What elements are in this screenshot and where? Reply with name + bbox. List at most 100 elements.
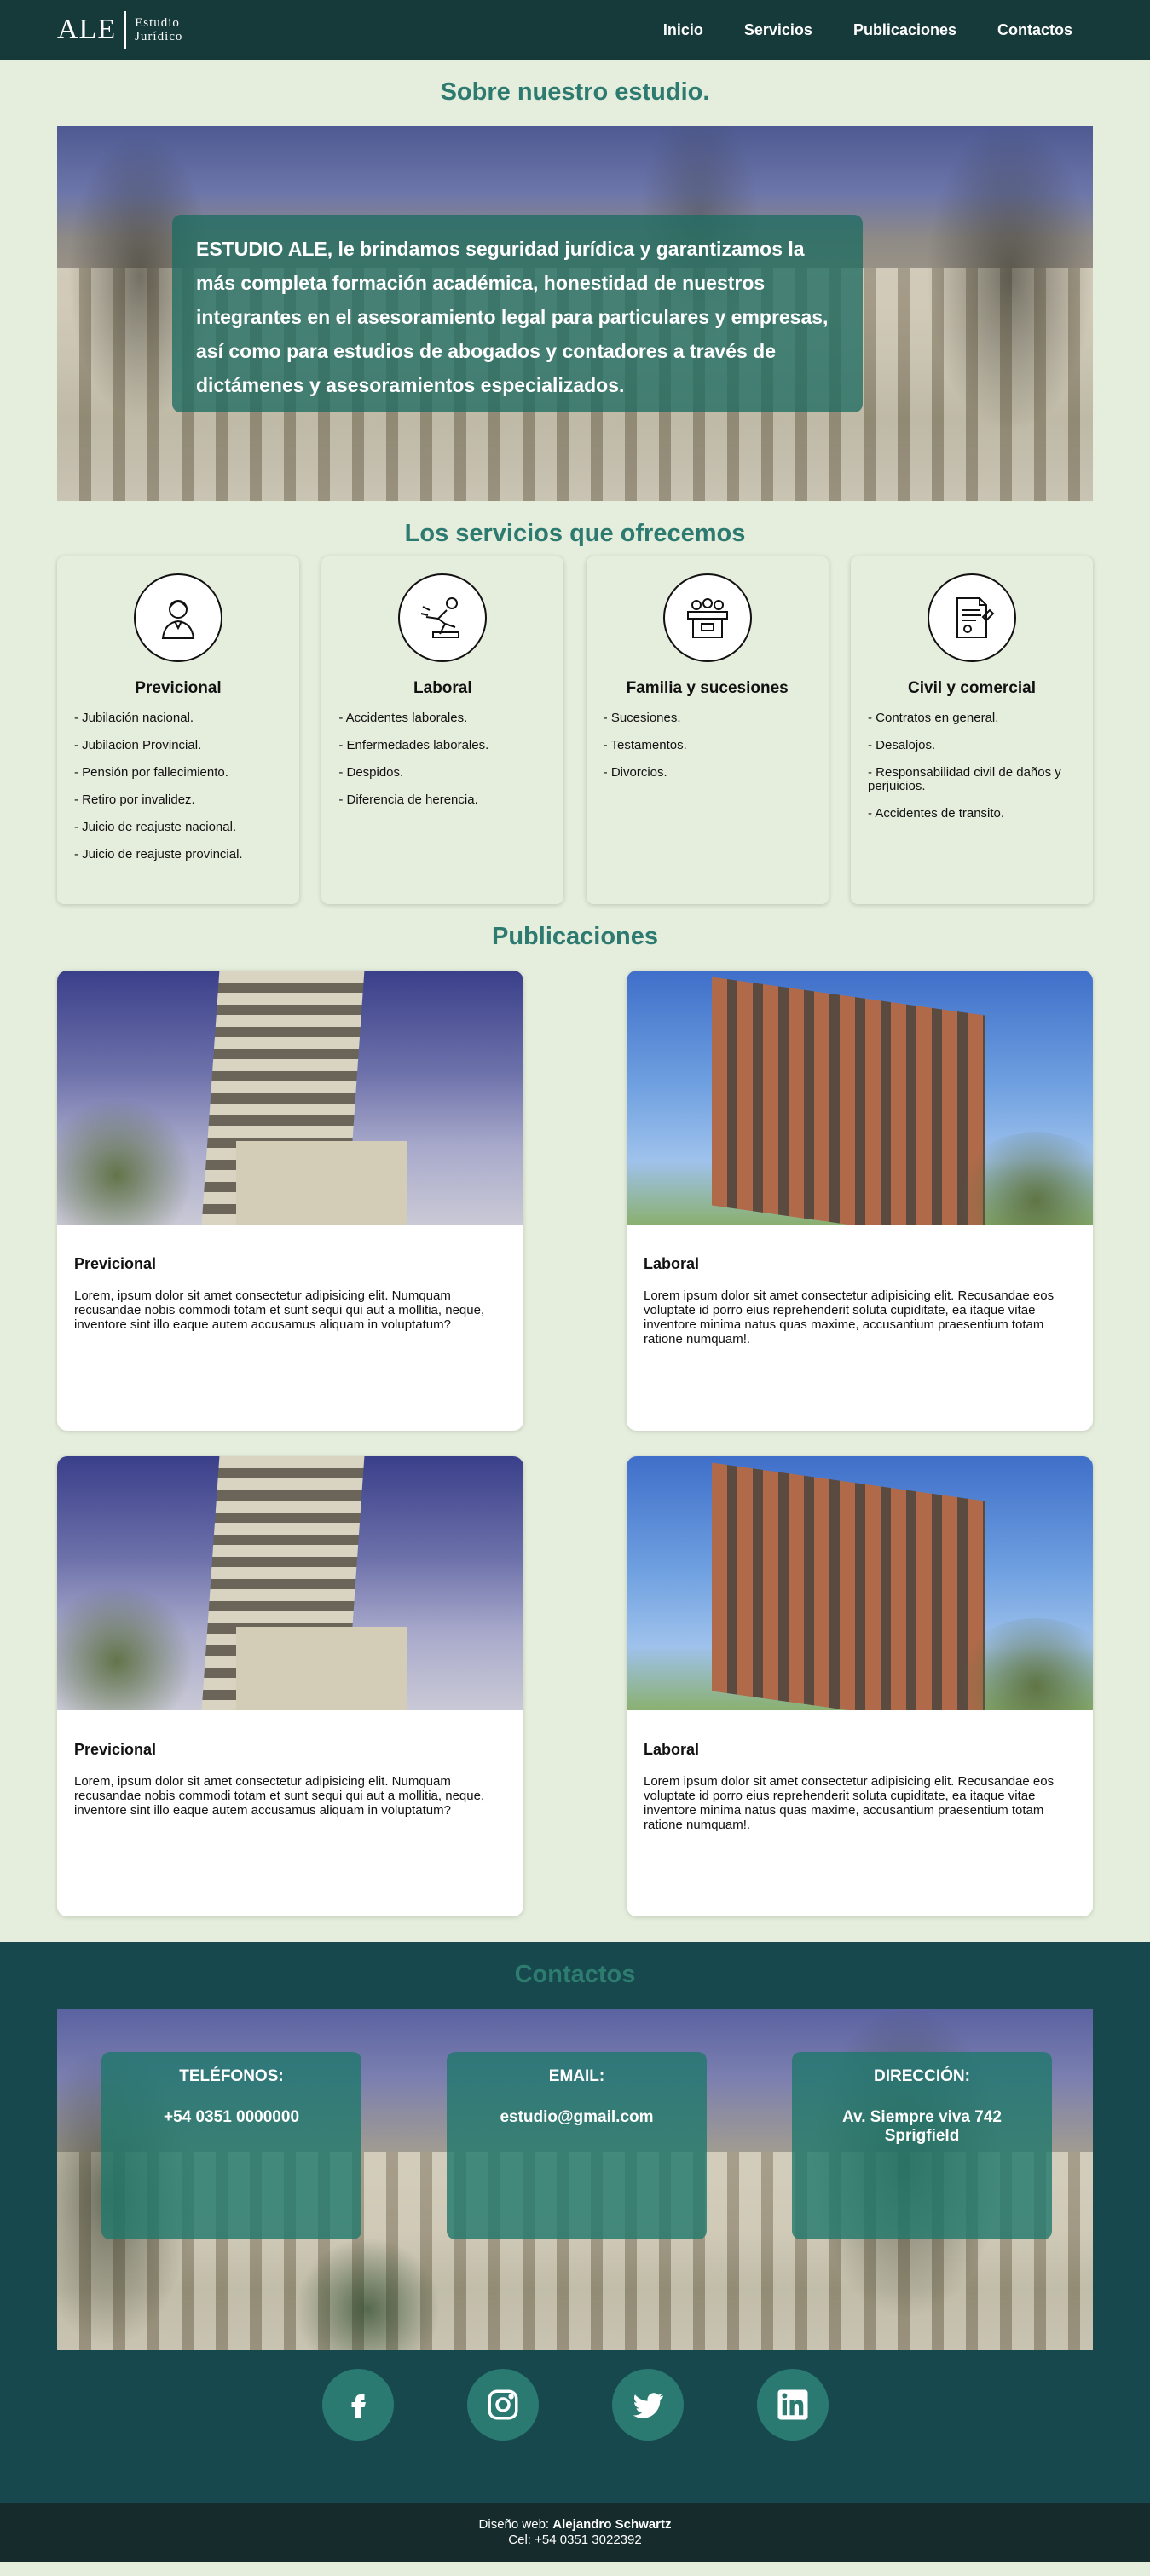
list-item: - Accidentes de transito. bbox=[867, 806, 1005, 821]
service-list: - Accidentes laborales. - Enfermedades l… bbox=[338, 712, 546, 807]
nav-servicios[interactable]: Servicios bbox=[724, 21, 833, 39]
footer-credit: Diseño web: Alejandro Schwartz bbox=[0, 2517, 1150, 2533]
phone-box: TELÉFONOS: +54 0351 0000000 bbox=[101, 2052, 361, 2239]
social-links bbox=[0, 2369, 1150, 2441]
footer-design-label: Diseño web: bbox=[478, 2517, 550, 2532]
contacts-title: Contactos bbox=[514, 1961, 636, 1988]
service-card-civil: Civil y comercial - Contratos en general… bbox=[850, 556, 1093, 904]
list-item: - Diferencia de herencia. bbox=[338, 792, 478, 807]
publication-card[interactable]: Laboral Lorem ipsum dolor sit amet conse… bbox=[627, 1456, 1093, 1916]
logo-line2: Jurídico bbox=[135, 30, 183, 43]
list-item: - Desalojos. bbox=[867, 738, 936, 752]
phone-label: TELÉFONOS: bbox=[179, 2067, 284, 2085]
linkedin-icon[interactable] bbox=[756, 2369, 829, 2441]
accident-icon bbox=[398, 573, 488, 662]
list-item: - Juicio de reajuste provincial. bbox=[74, 847, 243, 862]
about-title: Sobre nuestro estudio. bbox=[440, 78, 710, 106]
main-nav: Inicio Servicios Publicaciones Contactos bbox=[643, 21, 1093, 39]
logo-line1: Estudio bbox=[135, 16, 180, 30]
logo-subtitle: Estudio Jurídico bbox=[135, 16, 182, 43]
facebook-icon[interactable] bbox=[321, 2369, 394, 2441]
logo[interactable]: ALE Estudio Jurídico bbox=[57, 11, 182, 49]
about-hero-image: ESTUDIO ALE, le brindamos seguridad jurí… bbox=[57, 126, 1093, 501]
building-shape bbox=[712, 977, 985, 1225]
service-title: Familia y sucesiones bbox=[626, 679, 789, 697]
footer-phone: Cel: +54 0351 3022392 bbox=[508, 2533, 642, 2547]
list-item: - Sucesiones. bbox=[603, 711, 681, 725]
logo-main: ALE bbox=[57, 14, 117, 45]
publication-body: Previcional Lorem, ipsum dolor sit amet … bbox=[57, 1225, 523, 1349]
address-value: Av. Siempre viva 742 Sprigfield bbox=[842, 2108, 1002, 2145]
service-title: Civil y comercial bbox=[908, 679, 1036, 697]
list-item: - Enfermedades laborales. bbox=[338, 738, 489, 752]
list-item: - Juicio de reajuste nacional. bbox=[74, 820, 237, 834]
publications-grid: Previcional Lorem, ipsum dolor sit amet … bbox=[57, 971, 1093, 1916]
service-card-familia: Familia y sucesiones - Sucesiones. - Tes… bbox=[586, 556, 829, 904]
email-value[interactable]: estudio@gmail.com bbox=[447, 2108, 707, 2127]
about-text: ESTUDIO ALE, le brindamos seguridad jurí… bbox=[196, 238, 829, 396]
service-title: Previcional bbox=[135, 679, 222, 697]
list-item: - Jubilación nacional. bbox=[74, 711, 194, 725]
publication-title: Laboral bbox=[644, 1255, 700, 1272]
service-list: - Sucesiones. - Testamentos. - Divorcios… bbox=[604, 712, 812, 780]
publication-text: Lorem ipsum dolor sit amet consectetur a… bbox=[644, 1288, 1055, 1346]
site-footer: Diseño web: Alejandro Schwartz Cel: +54 … bbox=[0, 2503, 1150, 2562]
document-icon bbox=[927, 573, 1016, 662]
publication-title: Laboral bbox=[644, 1741, 700, 1758]
address-box: DIRECCIÓN: Av. Siempre viva 742 Sprigfie… bbox=[792, 2052, 1052, 2239]
phone-value[interactable]: +54 0351 0000000 bbox=[101, 2108, 361, 2127]
service-list: - Jubilación nacional. - Jubilacion Prov… bbox=[74, 712, 282, 862]
publication-title: Previcional bbox=[74, 1741, 157, 1758]
nav-contactos[interactable]: Contactos bbox=[977, 21, 1093, 39]
building-base-shape bbox=[236, 1627, 407, 1710]
publication-text: Lorem ipsum dolor sit amet consectetur a… bbox=[644, 1774, 1055, 1832]
publication-card[interactable]: Laboral Lorem ipsum dolor sit amet conse… bbox=[627, 971, 1093, 1431]
publication-card[interactable]: Previcional Lorem, ipsum dolor sit amet … bbox=[57, 1456, 523, 1916]
courthouse-photo bbox=[57, 1456, 523, 1710]
publication-title: Previcional bbox=[74, 1255, 157, 1272]
list-item: - Despidos. bbox=[338, 765, 404, 780]
contacts-section: Contactos TELÉFONOS: +54 0351 0000000 EM… bbox=[0, 1942, 1150, 2503]
list-item: - Responsabilidad civil de daños y perju… bbox=[867, 765, 1061, 793]
email-box: EMAIL: estudio@gmail.com bbox=[447, 2052, 707, 2239]
address-label: DIRECCIÓN: bbox=[874, 2067, 970, 2085]
publication-card[interactable]: Previcional Lorem, ipsum dolor sit amet … bbox=[57, 971, 523, 1431]
twitter-icon[interactable] bbox=[611, 2369, 684, 2441]
site-header: ALE Estudio Jurídico Inicio Servicios Pu… bbox=[0, 0, 1150, 60]
list-item: - Retiro por invalidez. bbox=[74, 792, 195, 807]
email-label: EMAIL: bbox=[548, 2067, 605, 2085]
lawyer-icon bbox=[134, 573, 222, 662]
tree-shape bbox=[57, 1584, 194, 1710]
publication-body: Previcional Lorem, ipsum dolor sit amet … bbox=[57, 1710, 523, 1835]
list-item: - Accidentes laborales. bbox=[338, 711, 468, 725]
about-text-box: ESTUDIO ALE, le brindamos seguridad jurí… bbox=[172, 215, 863, 412]
list-item: - Jubilacion Provincial. bbox=[74, 738, 202, 752]
building-shape bbox=[712, 1462, 985, 1710]
service-card-previcional: Previcional - Jubilación nacional. - Jub… bbox=[57, 556, 299, 904]
list-item: - Divorcios. bbox=[603, 765, 667, 780]
service-title: Laboral bbox=[413, 679, 472, 697]
courthouse-photo bbox=[57, 971, 523, 1225]
list-item: - Pensión por fallecimiento. bbox=[74, 765, 228, 780]
instagram-icon[interactable] bbox=[466, 2369, 539, 2441]
services-title: Los servicios que ofrecemos bbox=[404, 520, 746, 547]
office-building-photo bbox=[627, 1456, 1093, 1710]
office-building-photo bbox=[627, 971, 1093, 1225]
tree-shape bbox=[57, 1098, 194, 1225]
publication-text: Lorem, ipsum dolor sit amet consectetur … bbox=[74, 1774, 485, 1818]
building-base-shape bbox=[236, 1141, 407, 1225]
publication-body: Laboral Lorem ipsum dolor sit amet conse… bbox=[627, 1225, 1093, 1363]
list-item: - Testamentos. bbox=[603, 738, 687, 752]
footer-designer: Alejandro Schwartz bbox=[552, 2517, 672, 2532]
nav-publicaciones[interactable]: Publicaciones bbox=[833, 21, 977, 39]
nav-inicio[interactable]: Inicio bbox=[643, 21, 724, 39]
publication-text: Lorem, ipsum dolor sit amet consectetur … bbox=[74, 1288, 485, 1332]
list-item: - Contratos en general. bbox=[867, 711, 999, 725]
service-list: - Contratos en general. - Desalojos. - R… bbox=[868, 712, 1076, 821]
publications-title: Publicaciones bbox=[491, 923, 658, 950]
contacts-hero-image: TELÉFONOS: +54 0351 0000000 EMAIL: estud… bbox=[57, 2009, 1093, 2350]
logo-divider bbox=[124, 11, 127, 49]
court-icon bbox=[662, 573, 752, 662]
service-card-laboral: Laboral - Accidentes laborales. - Enferm… bbox=[321, 556, 564, 904]
services-grid: Previcional - Jubilación nacional. - Jub… bbox=[57, 556, 1093, 904]
